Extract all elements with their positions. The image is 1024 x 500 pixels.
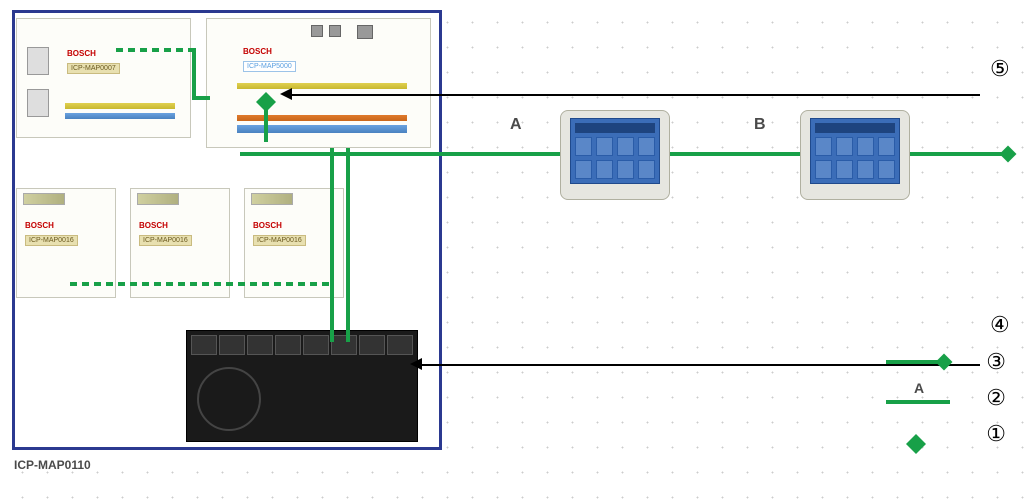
brand-label: BOSCH [253,221,282,230]
external-bus-line [910,152,1006,156]
legend-a-label: A [914,380,924,396]
terminal-strip-icon [65,113,175,119]
callout-number-4: ④ [990,312,1010,338]
brand-label: BOSCH [139,221,168,230]
usb-port-icon [329,25,341,37]
internal-bus-line [70,282,330,286]
external-bus-line-a [240,152,560,156]
module-icp-map5000: BOSCH ICP-MAP5000 [206,18,431,148]
internal-bus-line [192,96,210,100]
external-bus-line-b [670,152,800,156]
legend-symbol-segment: A [886,388,956,408]
brand-label: BOSCH [25,221,54,230]
legend-row-2: A ② [886,380,1006,416]
control-center-screen-icon [570,118,660,184]
usb-port-icon [311,25,323,37]
segment-label-b: B [754,116,766,134]
power-line [330,282,334,342]
led-panel-icon [137,193,179,205]
module-id-label: ICP-MAP0016 [139,235,192,246]
power-line [346,148,350,342]
ethernet-port-icon [357,25,373,39]
internal-bus-line [192,48,196,98]
enclosure-label: ICP-MAP0110 [14,458,91,472]
legend-row-1: ① [886,416,1006,452]
legend-symbol-bus-continuation [886,352,956,372]
led-panel-icon [23,193,65,205]
terminal-strip-icon [237,115,407,121]
module-id-label: ICP-MAP5000 [243,61,296,72]
internal-bus-line [330,148,334,286]
module-icp-map0007: BOSCH ICP-MAP0007 [16,18,191,138]
power-supply-unit [186,330,418,442]
segment-label-a: A [510,116,522,134]
legend-symbol-termination [886,424,956,444]
control-center-screen-icon [810,118,900,184]
arrowhead-icon [410,358,422,370]
callout-number-5: ⑤ [990,56,1010,82]
led-panel-icon [251,193,293,205]
module-id-label: ICP-MAP0007 [67,63,120,74]
arrowhead-icon [280,88,292,100]
legend-number-3: ③ [986,349,1006,375]
terminal-strip-icon [65,103,175,109]
serial-connector-icon [27,47,49,75]
serial-connector-icon [27,89,49,117]
callout-arrow-5 [290,94,980,96]
control-center [560,110,670,200]
terminal-strip-icon [237,83,407,89]
brand-label: BOSCH [67,49,96,58]
module-id-label: ICP-MAP0016 [25,235,78,246]
terminal-strip-icon [237,125,407,133]
psu-terminal-row-icon [191,335,413,355]
legend: ③ A ② ① [886,344,1006,452]
legend-number-1: ① [986,421,1006,447]
legend-number-2: ② [986,385,1006,411]
fan-icon [197,367,261,431]
legend-row-3: ③ [886,344,1006,380]
control-center [800,110,910,200]
internal-bus-line [116,48,192,52]
module-id-label: ICP-MAP0016 [253,235,306,246]
data-bus-line [264,102,268,142]
brand-label: BOSCH [243,47,272,56]
